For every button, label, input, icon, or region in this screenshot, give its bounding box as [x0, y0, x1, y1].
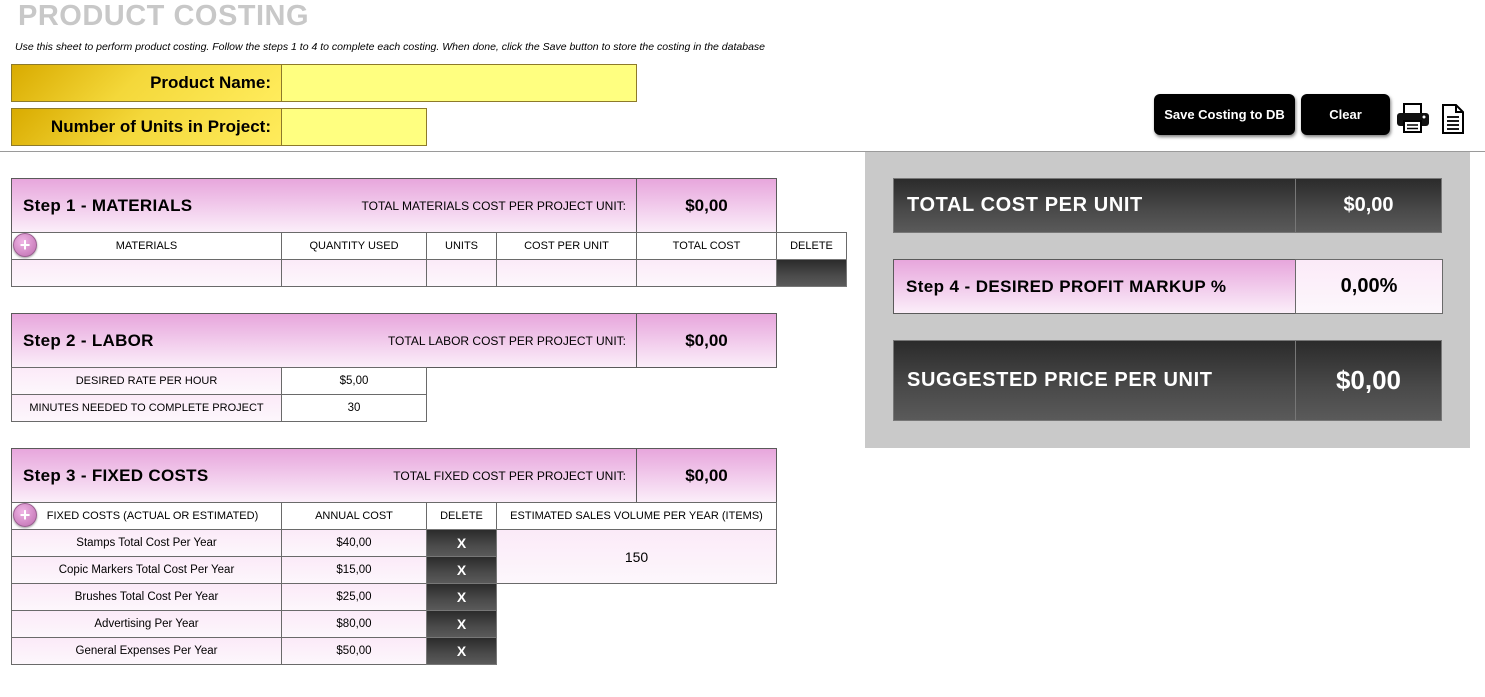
delete-fixed-cost-button[interactable]: X — [426, 583, 497, 611]
sales-volume-input[interactable]: 150 — [496, 529, 777, 584]
fixed-cost-name[interactable]: Advertising Per Year — [11, 610, 282, 638]
page-title: PRODUCT COSTING — [18, 0, 310, 32]
material-cost-per-unit-cell[interactable] — [496, 259, 637, 287]
column-header-units: UNITS — [426, 232, 497, 260]
step1-title: Step 1 - MATERIALS — [11, 178, 282, 233]
step3-title: Step 3 - FIXED COSTS — [11, 448, 282, 503]
column-header-total-cost: TOTAL COST — [636, 232, 777, 260]
material-quantity-cell[interactable] — [281, 259, 427, 287]
plus-icon: + — [19, 234, 31, 255]
fixed-cost-annual[interactable]: $40,00 — [281, 529, 427, 557]
suggested-price-value: $0,00 — [1295, 340, 1442, 421]
fixed-cost-name[interactable]: General Expenses Per Year — [11, 637, 282, 665]
step1-total-label: TOTAL MATERIALS COST PER PROJECT UNIT: — [281, 178, 637, 233]
delete-fixed-cost-button[interactable]: X — [426, 610, 497, 638]
minutes-needed-input[interactable]: 30 — [281, 394, 427, 422]
fixed-cost-annual[interactable]: $80,00 — [281, 610, 427, 638]
fixed-cost-annual[interactable]: $25,00 — [281, 583, 427, 611]
column-header-sales-volume: ESTIMATED SALES VOLUME PER YEAR (ITEMS) — [496, 502, 777, 530]
step2-title: Step 2 - LABOR — [11, 313, 282, 368]
product-name-label: Product Name: — [11, 64, 282, 102]
instructions-text: Use this sheet to perform product costin… — [15, 41, 766, 53]
plus-icon: + — [19, 504, 31, 525]
fixed-cost-annual[interactable]: $15,00 — [281, 556, 427, 584]
save-costing-button[interactable]: Save Costing to DB — [1154, 94, 1295, 135]
total-cost-per-unit-value: $0,00 — [1295, 178, 1442, 233]
add-fixed-cost-button[interactable]: + — [13, 503, 37, 527]
printer-icon[interactable] — [1396, 103, 1430, 133]
product-name-input[interactable] — [281, 64, 637, 102]
step2-total-label: TOTAL LABOR COST PER PROJECT UNIT: — [281, 313, 637, 368]
delete-fixed-cost-button[interactable]: X — [426, 637, 497, 665]
rate-per-hour-label: DESIRED RATE PER HOUR — [11, 367, 282, 395]
profit-markup-input[interactable]: 0,00% — [1295, 259, 1443, 314]
fixed-cost-name[interactable]: Brushes Total Cost Per Year — [11, 583, 282, 611]
clear-button[interactable]: Clear — [1301, 94, 1390, 135]
fixed-cost-name[interactable]: Copic Markers Total Cost Per Year — [11, 556, 282, 584]
material-name-cell[interactable] — [11, 259, 282, 287]
total-cost-per-unit-label: TOTAL COST PER UNIT — [893, 178, 1296, 233]
column-header-cost-per-unit: COST PER UNIT — [496, 232, 637, 260]
column-header-annual-cost: ANNUAL COST — [281, 502, 427, 530]
step3-total-label: TOTAL FIXED COST PER PROJECT UNIT: — [281, 448, 637, 503]
delete-fixed-cost-button[interactable]: X — [426, 529, 497, 557]
column-header-materials: MATERIALS — [11, 232, 282, 260]
units-input[interactable] — [281, 108, 427, 146]
fixed-cost-name[interactable]: Stamps Total Cost Per Year — [11, 529, 282, 557]
document-icon[interactable] — [1441, 104, 1465, 134]
column-header-delete: DELETE — [776, 232, 847, 260]
delete-fixed-cost-button[interactable]: X — [426, 556, 497, 584]
column-header-quantity: QUANTITY USED — [281, 232, 427, 260]
material-delete-cell[interactable] — [776, 259, 847, 287]
minutes-needed-label: MINUTES NEEDED TO COMPLETE PROJECT — [11, 394, 282, 422]
profit-markup-label: Step 4 - DESIRED PROFIT MARKUP % — [893, 259, 1296, 314]
column-header-fixed-costs: FIXED COSTS (ACTUAL OR ESTIMATED) — [11, 502, 282, 530]
rate-per-hour-input[interactable]: $5,00 — [281, 367, 427, 395]
step2-total-value: $0,00 — [636, 313, 777, 368]
step3-total-value: $0,00 — [636, 448, 777, 503]
units-label: Number of Units in Project: — [11, 108, 282, 146]
fixed-cost-annual[interactable]: $50,00 — [281, 637, 427, 665]
material-units-cell[interactable] — [426, 259, 497, 287]
column-header-delete: DELETE — [426, 502, 497, 530]
step1-total-value: $0,00 — [636, 178, 777, 233]
add-material-button[interactable]: + — [13, 233, 37, 257]
material-total-cost-cell — [636, 259, 777, 287]
suggested-price-label: SUGGESTED PRICE PER UNIT — [893, 340, 1296, 421]
